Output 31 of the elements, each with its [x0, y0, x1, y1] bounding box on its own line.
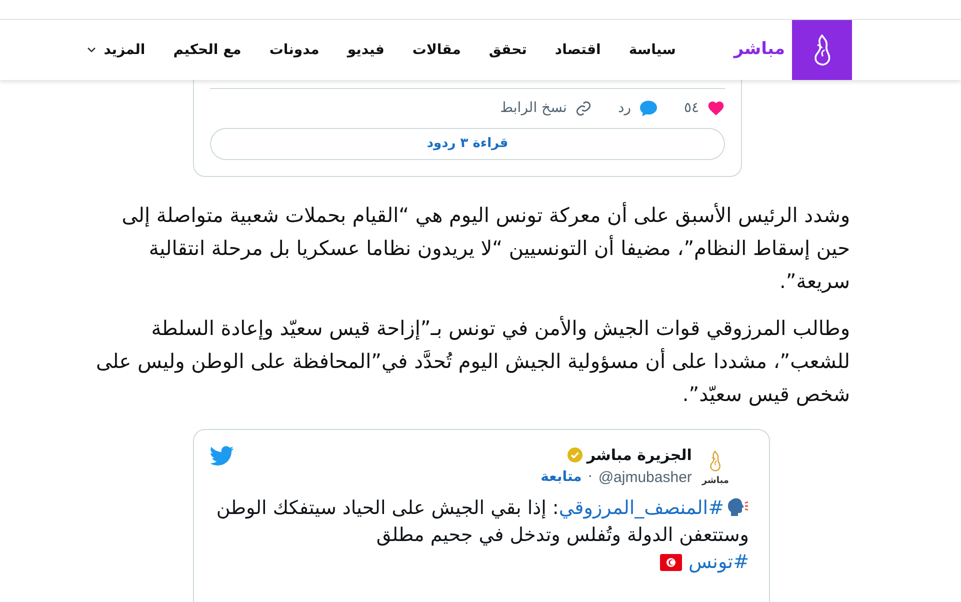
bird-icon[interactable]: [210, 446, 234, 466]
tweet-text: #المنصف_المرزوقي: إذا بقي الجيش على الحياد سيتفكك الوطن وستتعفن الدولة وتُفلس وتدخل في جحيم مطلق: [215, 496, 749, 548]
more-menu[interactable]: المزيد: [86, 40, 146, 60]
speaking-head-icon: [727, 497, 749, 517]
brand-name[interactable]: مباشر: [734, 37, 785, 63]
separator-dot: ·: [588, 468, 592, 488]
nav-link[interactable]: مقالات: [412, 40, 461, 60]
account-handle: @ajmubasher: [598, 468, 692, 488]
hashtag-link[interactable]: #تونس: [688, 549, 749, 576]
nav-link[interactable]: سياسة: [628, 40, 676, 60]
copy-link-button[interactable]: نسخ الرابط: [500, 98, 592, 118]
like-count: ٥٤: [684, 98, 699, 118]
link-icon: [574, 100, 592, 116]
avatar-label: مباشر: [702, 474, 729, 486]
nav-link[interactable]: اقتصاد: [554, 40, 601, 60]
nav-link[interactable]: فيديو: [347, 40, 384, 60]
nav-link[interactable]: تحقق: [488, 40, 527, 60]
reply-button[interactable]: رد: [618, 98, 658, 118]
flag-icon: [660, 554, 682, 571]
nav-link[interactable]: مع الحكيم: [173, 40, 242, 60]
read-replies-button[interactable]: قراءة ٣ ردود: [210, 128, 725, 160]
heart-icon[interactable]: [707, 100, 725, 116]
chevron-icon: [86, 47, 96, 53]
logo[interactable]: [792, 20, 852, 80]
account-name[interactable]: الجزيرة مباشر: [586, 444, 692, 466]
article-paragraph: وشدد الرئيس الأسبق على أن معركة تونس اليوم هي “القيام بحملات شعبية متواصلة إلى حين إسقاط النظام”، مضيفا أن التونسيين “لا يريدون نظاما عسكريا بل مرحلة انتقالية سريعة”.: [120, 201, 850, 295]
hashtag-link[interactable]: #المنصف_المرزوقي: [558, 497, 724, 519]
nav-link[interactable]: مدونات: [269, 40, 320, 60]
article-paragraph: وطالب المرزوقي قوات الجيش والأمن في تونس بـ”إزاحة قيس سعيّد وإعادة السلطة للشعب”، مشددا على أن مسؤولية الجيش اليوم تُحدَّد في”المحافظة على الوطن وليس على شخص قيس سعيّد”.: [94, 314, 850, 408]
follow-link[interactable]: متابعة: [540, 467, 582, 488]
speech-bubble-icon: [638, 100, 658, 116]
